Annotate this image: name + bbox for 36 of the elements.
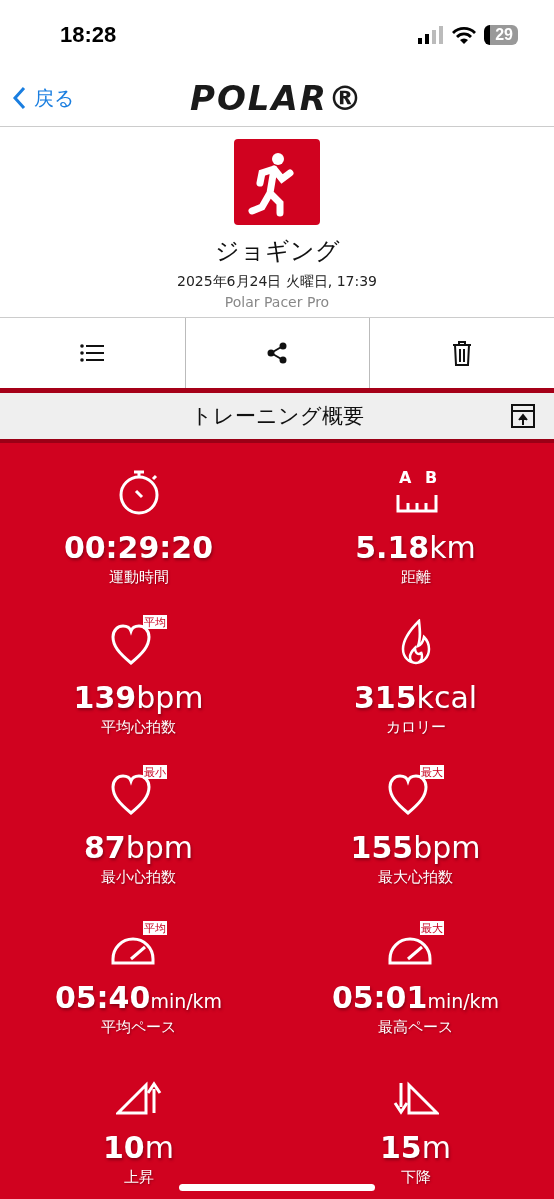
stat-label: 上昇 (123, 1168, 154, 1187)
stat-label: 最小心拍数 (101, 868, 176, 887)
stat-label: 平均ペース (101, 1018, 176, 1037)
stat-value: 05:40min/km (54, 981, 223, 1014)
activity-date: 2025年6月24日 火曜日, 17:39 (176, 273, 377, 291)
device-name: Polar Pacer Pro (224, 294, 330, 310)
wifi-icon (452, 26, 477, 44)
clock-time: 18:28 (60, 22, 117, 48)
stat-label: カロリー (385, 718, 446, 737)
stat-value: 10m (103, 1131, 174, 1164)
signal-icon (418, 26, 445, 44)
share-icon (267, 342, 288, 364)
trash-icon (452, 340, 473, 366)
activity-title: ジョギング (214, 236, 340, 267)
stat-label: 平均心拍数 (101, 718, 176, 737)
stat-value: 00:29:20 (63, 531, 214, 564)
battery-indicator: 29 (484, 25, 518, 45)
back-button[interactable]: 戻る (0, 84, 74, 112)
brand-logo: POLAR® (190, 78, 364, 118)
stat-label: 最大心拍数 (378, 868, 453, 887)
chevron-left-icon (12, 86, 26, 110)
stat-value: 05:01min/km (331, 981, 500, 1014)
stat-label: 最高ペース (378, 1018, 453, 1037)
stat-value: 5.18km (355, 531, 476, 564)
export-button[interactable] (510, 403, 536, 429)
stat-label: 運動時間 (108, 568, 169, 587)
stat-value: 15m (380, 1131, 451, 1164)
stat-label: 距離 (400, 568, 431, 587)
runner-icon (234, 139, 320, 225)
stat-value: 315kcal (353, 681, 478, 714)
list-icon (80, 344, 105, 362)
stat-label: 下降 (400, 1168, 431, 1187)
section-title: トレーニング概要 (190, 403, 364, 430)
stat-value: 139bpm (73, 681, 204, 714)
stat-value: 87bpm (83, 831, 194, 864)
stat-value: 155bpm (350, 831, 481, 864)
